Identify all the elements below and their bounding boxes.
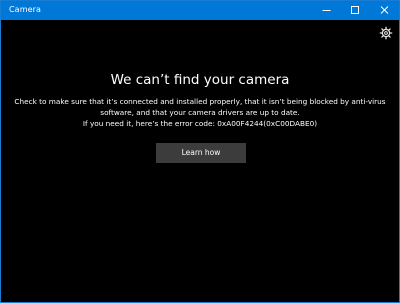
window-title: Camera (9, 5, 41, 14)
maximize-button[interactable] (341, 1, 370, 20)
error-code-line: If you need it, here’s the error code: 0… (82, 119, 318, 128)
error-message-line: software, and that your camera drivers a… (100, 108, 300, 117)
title-bar[interactable]: Camera (1, 1, 399, 20)
error-message-line: Check to make sure that it’s connected a… (14, 97, 386, 106)
error-panel: We can’t find your camera Check to make … (1, 20, 399, 302)
error-heading: We can’t find your camera (110, 72, 290, 88)
camera-app-window: Camera We can’t find your camera Check t… (0, 0, 400, 303)
learn-how-button[interactable]: Learn how (156, 143, 246, 163)
minimize-button[interactable] (312, 1, 341, 20)
error-message: Check to make sure that it’s connected a… (5, 96, 395, 129)
close-icon (380, 6, 389, 14)
maximize-icon (351, 6, 359, 14)
close-button[interactable] (370, 1, 399, 20)
minimize-icon (322, 10, 331, 11)
